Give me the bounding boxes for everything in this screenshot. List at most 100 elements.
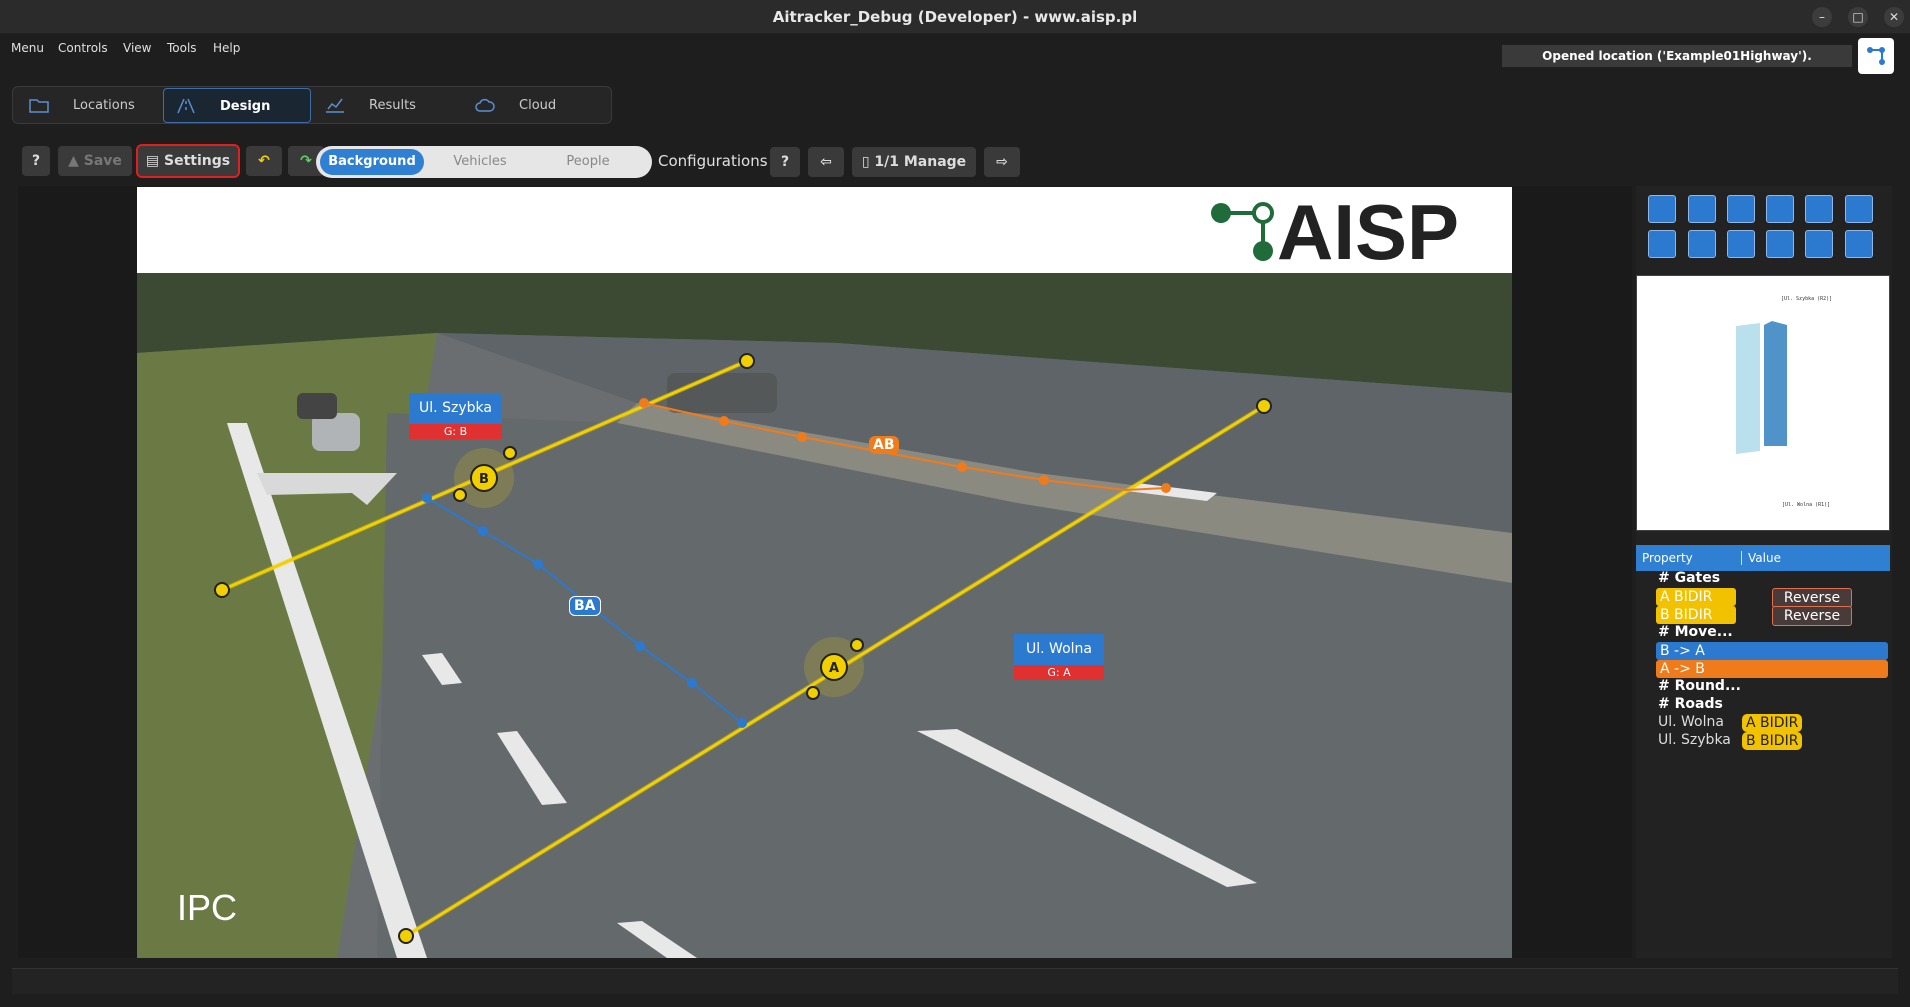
road-row-wolna[interactable]: Ul. Wolna A BIDIR bbox=[1636, 714, 1890, 732]
road-row-szybka[interactable]: Ul. Szybka B BIDIR bbox=[1636, 732, 1890, 750]
shape-icon[interactable] bbox=[1766, 230, 1794, 258]
terrain-icon[interactable] bbox=[1805, 230, 1833, 258]
status-message: Opened location ('Example01Highway'). bbox=[1502, 45, 1852, 67]
gate-a-side-handle[interactable] bbox=[850, 638, 864, 652]
gate-b-side-handle[interactable] bbox=[453, 488, 467, 502]
minimize-button[interactable]: – bbox=[1812, 7, 1832, 27]
menu-view[interactable]: View bbox=[123, 41, 151, 55]
gate-row-a[interactable]: A BIDIR Reverse bbox=[1636, 588, 1890, 608]
brush-icon[interactable] bbox=[1727, 230, 1755, 258]
mode-vehicles[interactable]: Vehicles bbox=[428, 149, 532, 175]
next-config-button[interactable]: ⇨ bbox=[984, 147, 1020, 177]
move-row-ba[interactable]: B -> A bbox=[1636, 642, 1890, 660]
move-ab-label: A -> B bbox=[1656, 660, 1888, 678]
gate-b-name: B BIDIR bbox=[1656, 606, 1736, 624]
gate-a-side-handle[interactable] bbox=[806, 686, 820, 700]
gate-b-side-handle[interactable] bbox=[503, 446, 517, 460]
mode-people[interactable]: People bbox=[536, 149, 640, 175]
property-grid-header: Property Value bbox=[1636, 545, 1890, 571]
gate-b-handle-start[interactable] bbox=[214, 582, 230, 598]
road-szybka-tag[interactable]: Ul. Szybka G: B bbox=[409, 393, 502, 439]
road-szybka-name-cell: Ul. Szybka bbox=[1658, 732, 1731, 748]
roundabouts-section[interactable]: # Round... bbox=[1636, 678, 1890, 696]
gate-b-reverse-button[interactable]: Reverse bbox=[1772, 606, 1852, 626]
configurations-label: Configurations : bbox=[658, 152, 778, 170]
preview-bottom-label: [Ul. Wolna (R1)] bbox=[1782, 502, 1831, 508]
add-exit-icon[interactable] bbox=[1727, 195, 1755, 223]
gates-section-label: # Gates bbox=[1658, 570, 1721, 586]
schematic-preview: [Ul. Szybka (R2)] [Ul. Wolna (R1)] bbox=[1636, 275, 1890, 531]
road-szybka-gate: G: B bbox=[409, 424, 502, 439]
maximize-button[interactable]: □ bbox=[1848, 7, 1868, 27]
road-szybka-gate-cell: B BIDIR bbox=[1742, 732, 1803, 750]
road-icon bbox=[177, 98, 195, 114]
gate-a-name: A BIDIR bbox=[1656, 588, 1736, 606]
manage-label: 1/1 Manage bbox=[874, 154, 967, 170]
manage-configs-button[interactable]: ▯ 1/1 Manage bbox=[852, 147, 976, 177]
aisp-logo-icon bbox=[1867, 47, 1885, 65]
status-bar bbox=[12, 968, 1898, 994]
moves-section-label: # Move... bbox=[1658, 624, 1733, 640]
gate-row-b[interactable]: B BIDIR Reverse bbox=[1636, 606, 1890, 626]
menu-help[interactable]: Help bbox=[213, 41, 240, 55]
mode-background[interactable]: Background bbox=[320, 149, 424, 175]
gates-section[interactable]: # Gates bbox=[1636, 570, 1890, 588]
close-button[interactable]: ✕ bbox=[1884, 7, 1904, 27]
camera-watermark: IPC bbox=[177, 887, 238, 928]
move-ba-label: B -> A bbox=[1656, 642, 1888, 660]
move-row-ab[interactable]: A -> B bbox=[1636, 660, 1890, 678]
design-overlay: B A bbox=[214, 353, 1272, 944]
document-icon: ▯ bbox=[861, 154, 875, 170]
tab-design[interactable]: Design bbox=[163, 88, 311, 123]
value-column-header: Value bbox=[1741, 551, 1781, 565]
help-button[interactable]: ? bbox=[22, 146, 50, 176]
save-label: Save bbox=[83, 153, 122, 169]
road-wolna-name-cell: Ul. Wolna bbox=[1658, 714, 1724, 730]
roads-section[interactable]: # Roads bbox=[1636, 696, 1890, 714]
window-title: Aitracker_Debug (Developer) - www.aisp.p… bbox=[772, 8, 1138, 26]
settings-button[interactable]: ▤ Settings bbox=[136, 144, 240, 178]
tab-cloud-label: Cloud bbox=[519, 98, 557, 113]
camera-view[interactable]: AISP B A AB BA Ul. Szybka G: B Ul. Wolna… bbox=[137, 187, 1512, 958]
gate-a-handle-end[interactable] bbox=[1256, 398, 1272, 414]
road-wolna-name: Ul. Wolna bbox=[1014, 634, 1104, 665]
select-tool-icon[interactable] bbox=[1648, 195, 1676, 223]
menu-tools[interactable]: Tools bbox=[167, 41, 197, 55]
delete-icon[interactable] bbox=[1845, 230, 1873, 258]
save-button[interactable]: ▲ Save bbox=[58, 146, 132, 176]
add-road-icon[interactable] bbox=[1688, 195, 1716, 223]
gate-b-handle-end[interactable] bbox=[739, 353, 755, 369]
preview-top-label: [Ul. Szybka (R2)] bbox=[1781, 296, 1833, 302]
configurations-help-button[interactable]: ? bbox=[770, 147, 800, 177]
draw-curve-icon[interactable] bbox=[1845, 195, 1873, 223]
property-column-header: Property bbox=[1642, 551, 1693, 565]
select-area-icon[interactable] bbox=[1648, 230, 1676, 258]
road-wolna-tag[interactable]: Ul. Wolna G: A bbox=[1014, 634, 1104, 680]
title-bar: Aitracker_Debug (Developer) - www.aisp.p… bbox=[0, 0, 1910, 34]
add-point-icon[interactable] bbox=[1805, 195, 1833, 223]
tab-results[interactable]: Results bbox=[313, 88, 459, 123]
gate-a-handle-start[interactable] bbox=[398, 928, 414, 944]
roundabouts-section-label: # Round... bbox=[1658, 678, 1741, 694]
menu-controls[interactable]: Controls bbox=[58, 41, 108, 55]
add-zone-icon[interactable] bbox=[1766, 195, 1794, 223]
tab-cloud[interactable]: Cloud bbox=[463, 88, 609, 123]
previous-config-button[interactable]: ⇦ bbox=[808, 147, 844, 177]
menu-menu[interactable]: Menu bbox=[11, 41, 44, 55]
preview-roads bbox=[1736, 321, 1787, 454]
gate-a-reverse-button[interactable]: Reverse bbox=[1772, 588, 1852, 608]
road-wolna-gate: G: A bbox=[1014, 665, 1104, 680]
tab-locations[interactable]: Locations bbox=[17, 88, 163, 123]
app-logo-button[interactable] bbox=[1858, 38, 1894, 74]
cloud-icon bbox=[475, 98, 495, 112]
movement-ba-label[interactable]: BA bbox=[569, 596, 601, 616]
clipboard-icon: ▤ bbox=[145, 153, 164, 169]
edit-mode-selector: Background Vehicles People bbox=[316, 146, 652, 178]
moves-section[interactable]: # Move... bbox=[1636, 624, 1890, 642]
tab-results-label: Results bbox=[369, 98, 416, 113]
tab-locations-label: Locations bbox=[73, 98, 135, 113]
magic-wand-icon[interactable] bbox=[1688, 230, 1716, 258]
undo-button[interactable]: ↶ bbox=[246, 146, 282, 176]
movement-ab-label[interactable]: AB bbox=[869, 436, 899, 454]
gate-a-marker: A bbox=[829, 661, 839, 676]
